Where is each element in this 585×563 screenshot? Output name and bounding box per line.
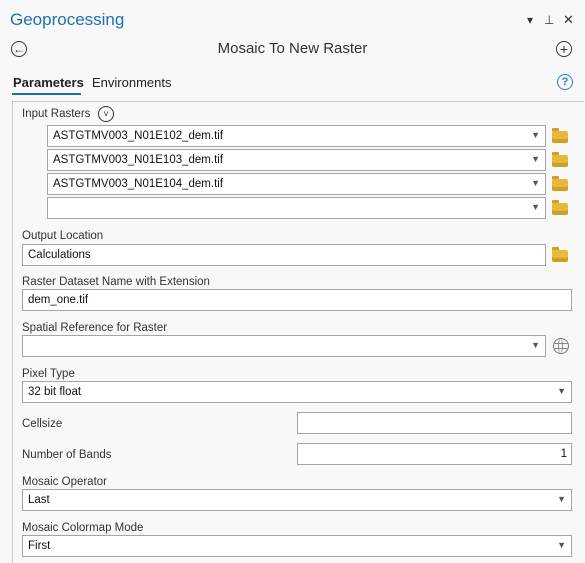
chevron-down-icon[interactable]: ▼	[531, 340, 540, 350]
spatial-reference-field[interactable]: ▼	[22, 335, 546, 357]
cellsize-field[interactable]	[297, 412, 572, 434]
chevron-down-icon[interactable]: ▾	[527, 13, 533, 27]
input-rasters-label: Input Rasters	[22, 108, 91, 120]
input-raster-value: ASTGTMV003_N01E104_dem.tif	[53, 178, 224, 190]
tab-parameters[interactable]: Parameters	[13, 75, 84, 90]
dataset-name-label: Raster Dataset Name with Extension	[22, 276, 210, 288]
input-raster-field[interactable]: ASTGTMV003_N01E104_dem.tif ▼	[47, 173, 546, 195]
chevron-down-icon[interactable]: ▼	[531, 178, 540, 188]
globe-icon[interactable]	[553, 338, 569, 354]
output-location-field[interactable]: Calculations	[22, 244, 546, 266]
chevron-down-icon[interactable]: ▼	[531, 154, 540, 164]
tab-environments[interactable]: Environments	[92, 75, 171, 90]
pin-icon[interactable]: ⊥	[544, 13, 554, 27]
folder-icon[interactable]	[552, 152, 568, 167]
pixel-type-label: Pixel Type	[22, 368, 75, 380]
folder-icon[interactable]	[552, 176, 568, 191]
pane-title: Geoprocessing	[10, 10, 125, 29]
pixel-type-dropdown[interactable]: 32 bit float ▼	[22, 381, 572, 403]
input-raster-field-empty[interactable]: ▼	[47, 197, 546, 219]
close-icon[interactable]: ✕	[563, 12, 574, 28]
chevron-down-icon[interactable]: ▼	[531, 130, 540, 140]
colormap-mode-label: Mosaic Colormap Mode	[22, 522, 144, 534]
folder-icon[interactable]	[552, 200, 568, 215]
add-icon[interactable]: +	[556, 41, 572, 57]
number-of-bands-field[interactable]: 1	[297, 443, 572, 465]
output-location-value: Calculations	[28, 249, 91, 261]
folder-icon[interactable]	[552, 247, 568, 262]
expand-chevron-icon[interactable]: ˅	[98, 106, 114, 122]
output-location-label: Output Location	[22, 230, 104, 242]
dataset-name-value: dem_one.tif	[28, 294, 89, 306]
input-raster-field[interactable]: ASTGTMV003_N01E102_dem.tif ▼	[47, 125, 546, 147]
colormap-mode-value: First	[28, 540, 51, 552]
number-of-bands-label: Number of Bands	[22, 449, 112, 461]
active-tab-indicator	[12, 93, 81, 95]
input-raster-field[interactable]: ASTGTMV003_N01E103_dem.tif ▼	[47, 149, 546, 171]
mosaic-operator-label: Mosaic Operator	[22, 476, 108, 488]
chevron-down-icon[interactable]: ▼	[531, 202, 540, 212]
chevron-down-icon[interactable]: ▼	[557, 494, 566, 504]
help-icon[interactable]: ?	[557, 74, 573, 90]
spatial-reference-label: Spatial Reference for Raster	[22, 322, 168, 334]
mosaic-operator-dropdown[interactable]: Last ▼	[22, 489, 572, 511]
cellsize-label: Cellsize	[22, 418, 63, 430]
tool-title: Mosaic To New Raster	[217, 40, 368, 57]
folder-icon[interactable]	[552, 128, 568, 143]
pixel-type-value: 32 bit float	[28, 386, 82, 398]
colormap-mode-dropdown[interactable]: First ▼	[22, 535, 572, 557]
dataset-name-field[interactable]: dem_one.tif	[22, 289, 572, 311]
mosaic-operator-value: Last	[28, 494, 50, 506]
chevron-down-icon[interactable]: ▼	[557, 386, 566, 396]
input-raster-value: ASTGTMV003_N01E102_dem.tif	[53, 130, 224, 142]
number-of-bands-value: 1	[560, 448, 567, 460]
input-raster-value: ASTGTMV003_N01E103_dem.tif	[53, 154, 224, 166]
chevron-down-icon[interactable]: ▼	[557, 540, 566, 550]
